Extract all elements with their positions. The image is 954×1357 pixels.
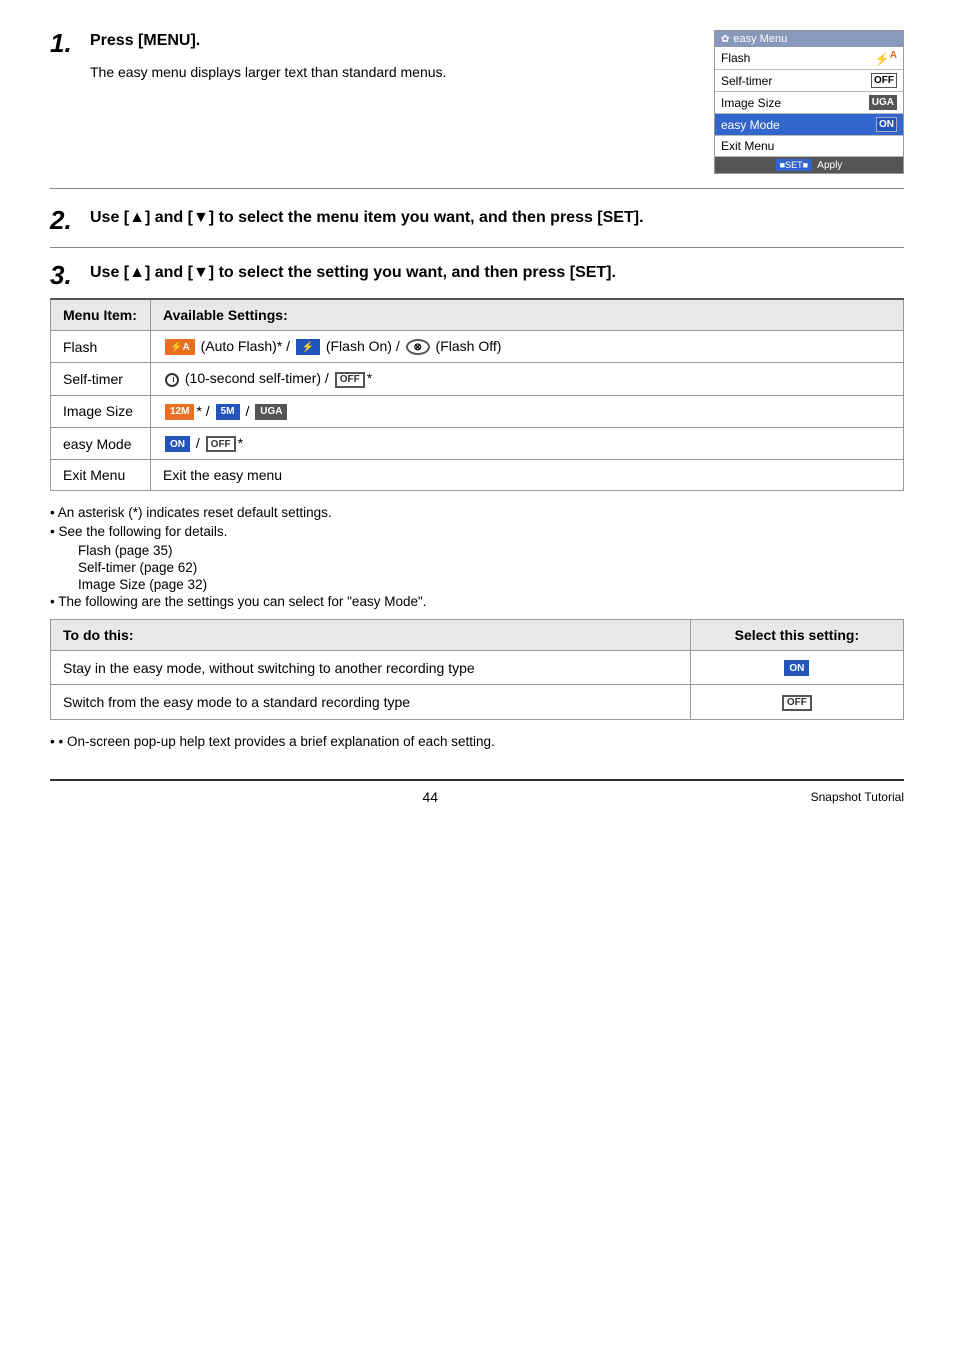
select-action-1: Stay in the easy mode, without switching… <box>51 651 691 685</box>
table-row: Flash ⚡A (Auto Flash)* / ⚡ (Flash On) / … <box>51 331 904 363</box>
menu-item-selftimer: Self-timer <box>51 363 151 395</box>
step-1-number: 1. <box>50 30 80 56</box>
flash-settings: ⚡A (Auto Flash)* / ⚡ (Flash On) / ⊗ (Fla… <box>151 331 904 363</box>
apply-label: Apply <box>817 160 842 171</box>
note-timer: Self-timer (page 62) <box>50 560 904 575</box>
note-flash: Flash (page 35) <box>50 543 904 558</box>
step-2-number: 2. <box>50 207 80 233</box>
menu-table-header-settings: Available Settings: <box>151 299 904 331</box>
exitmenu-label: Exit Menu <box>721 139 774 153</box>
step-2-title: Use [▲] and [▼] to select the menu item … <box>90 207 644 229</box>
vga-badge: UGA <box>255 404 287 420</box>
select-table: To do this: Select this setting: Stay in… <box>50 619 904 720</box>
imagesize-value: UGA <box>869 95 897 110</box>
menu-item-easymode: easy Mode <box>51 427 151 459</box>
step-1-title: Press [MENU]. <box>90 30 200 52</box>
12m-badge: 12M <box>165 404 194 420</box>
table-row: Image Size 12M* / 5M / UGA <box>51 395 904 427</box>
flash-value: ⚡A <box>875 50 897 66</box>
timer-icon <box>165 373 179 387</box>
menu-item-imagesize: Image Size <box>51 395 151 427</box>
page-content: 1. Press [MENU]. The easy menu displays … <box>50 30 904 805</box>
camera-menu-row-exitmenu: Exit Menu <box>715 136 903 157</box>
step-1-header: 1. Press [MENU]. <box>50 30 694 56</box>
timer-settings: (10-second self-timer) / OFF* <box>151 363 904 395</box>
camera-menu-screenshot: easy Menu Flash ⚡A Self-timer OFF Image … <box>714 30 904 174</box>
note-asterisk: An asterisk (*) indicates reset default … <box>50 505 904 520</box>
select-off-badge: OFF <box>782 695 812 711</box>
menu-item-flash: Flash <box>51 331 151 363</box>
camera-menu-footer: ■SET■ Apply <box>715 157 903 173</box>
table-row: Switch from the easy mode to a standard … <box>51 685 904 719</box>
step-3-title: Use [▲] and [▼] to select the setting yo… <box>90 262 616 284</box>
page-number: 44 <box>50 789 811 805</box>
table-row: Exit Menu Exit the easy menu <box>51 460 904 491</box>
footer-note-section: • On-screen pop-up help text provides a … <box>50 734 904 749</box>
table-row: easy Mode ON / OFF* <box>51 427 904 459</box>
off-badge: OFF <box>206 436 236 452</box>
camera-menu-row-easymode: easy Mode ON <box>715 114 903 136</box>
camera-menu-row-selftimer: Self-timer OFF <box>715 70 903 92</box>
on-badge: ON <box>165 436 190 452</box>
timer-off-badge: OFF <box>335 372 365 388</box>
easymode-label: easy Mode <box>721 118 780 132</box>
note-imagesize: Image Size (page 32) <box>50 577 904 592</box>
note-easymode: The following are the settings you can s… <box>50 594 904 609</box>
page-section: Snapshot Tutorial <box>811 790 904 804</box>
step-3: 3. Use [▲] and [▼] to select the setting… <box>50 262 904 749</box>
camera-menu-row-imagesize: Image Size UGA <box>715 92 903 114</box>
select-on-badge: ON <box>784 660 809 676</box>
selftimer-label: Self-timer <box>721 74 772 88</box>
step-1-body: The easy menu displays larger text than … <box>90 62 694 83</box>
select-setting-2: OFF <box>690 685 903 719</box>
easymode-value: ON <box>876 117 897 132</box>
footer-note: • On-screen pop-up help text provides a … <box>50 734 904 749</box>
easymode-settings: ON / OFF* <box>151 427 904 459</box>
flash-off-badge: ⊗ <box>406 339 430 355</box>
5m-badge: 5M <box>216 404 240 420</box>
camera-menu-row-flash: Flash ⚡A <box>715 47 903 70</box>
flash-label: Flash <box>721 51 750 65</box>
step-3-number: 3. <box>50 262 80 288</box>
menu-table-header-item: Menu Item: <box>51 299 151 331</box>
step-1: 1. Press [MENU]. The easy menu displays … <box>50 30 904 189</box>
select-table-header-action: To do this: <box>51 620 691 651</box>
set-button: ■SET■ <box>776 159 812 171</box>
select-table-header-setting: Select this setting: <box>690 620 903 651</box>
select-action-2: Switch from the easy mode to a standard … <box>51 685 691 719</box>
table-row: Stay in the easy mode, without switching… <box>51 651 904 685</box>
notes-section: An asterisk (*) indicates reset default … <box>50 505 904 609</box>
note-details: See the following for details. <box>50 524 904 539</box>
step-1-description: The easy menu displays larger text than … <box>90 62 694 83</box>
menu-table: Menu Item: Available Settings: Flash ⚡A … <box>50 298 904 491</box>
camera-menu-title: easy Menu <box>715 31 903 47</box>
selftimer-value: OFF <box>871 73 897 88</box>
page-footer: 44 Snapshot Tutorial <box>50 779 904 805</box>
flash-on-badge: ⚡ <box>296 339 320 355</box>
imagesize-label: Image Size <box>721 96 781 110</box>
exitmenu-settings: Exit the easy menu <box>151 460 904 491</box>
menu-item-exitmenu: Exit Menu <box>51 460 151 491</box>
step-2: 2. Use [▲] and [▼] to select the menu it… <box>50 207 904 248</box>
auto-flash-badge: ⚡A <box>165 339 195 355</box>
table-row: Self-timer (10-second self-timer) / OFF* <box>51 363 904 395</box>
imagesize-settings: 12M* / 5M / UGA <box>151 395 904 427</box>
select-setting-1: ON <box>690 651 903 685</box>
